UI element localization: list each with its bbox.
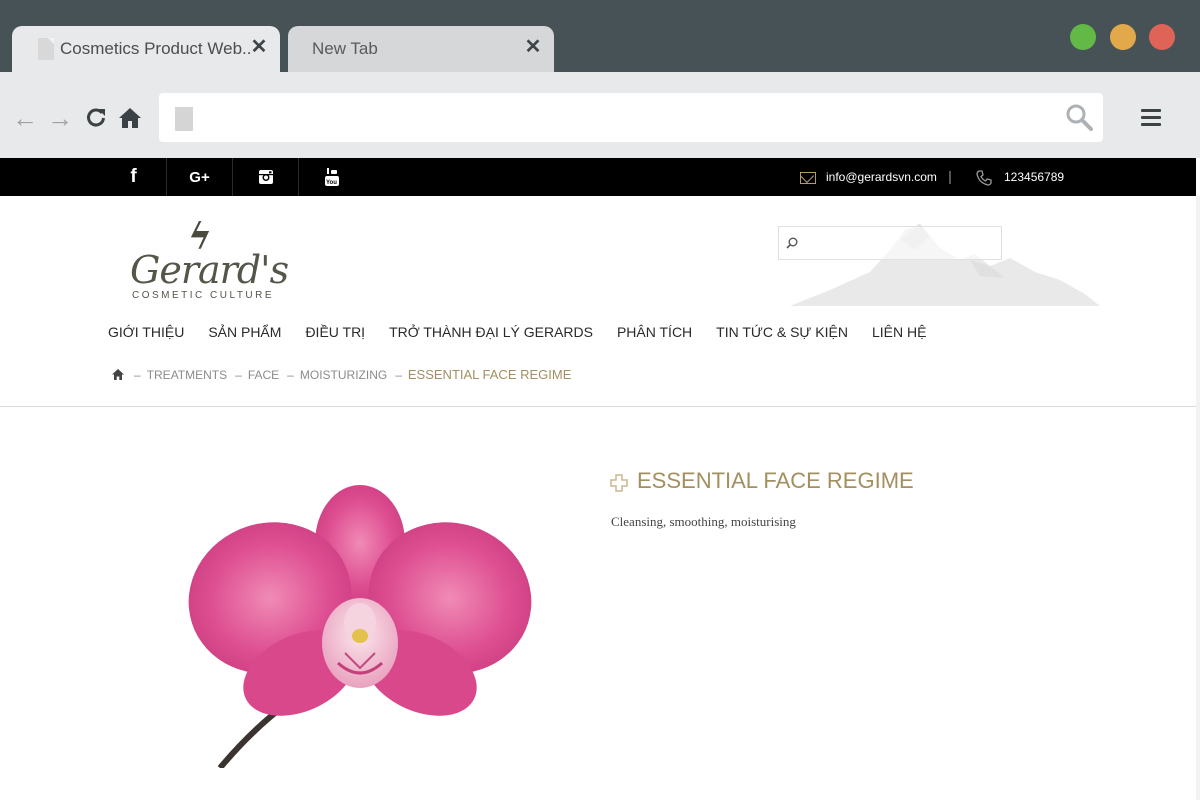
site-topbar: f G+ You info@gerardsvn.com 123456789 [0, 158, 1196, 196]
instagram-icon[interactable] [233, 158, 299, 196]
home-icon[interactable] [112, 369, 124, 380]
svg-text:You: You [326, 180, 337, 186]
web-page: f G+ You info@gerardsvn.com 123456789 ϟ … [0, 158, 1200, 800]
breadcrumb: – TREATMENTS – FACE – MOISTURIZING – ESS… [112, 367, 571, 382]
google-plus-icon[interactable]: G+ [167, 158, 233, 196]
breadcrumb-separator: – [287, 367, 294, 382]
page-icon [38, 38, 54, 60]
home-icon[interactable] [116, 104, 144, 132]
breadcrumb-current: ESSENTIAL FACE REGIME [407, 367, 572, 382]
plus-icon [610, 474, 628, 492]
tab-new[interactable]: New Tab ✕ [288, 26, 554, 72]
product-title: ESSENTIAL FACE REGIME [637, 468, 914, 493]
nav-item-treatments[interactable]: ĐIỀU TRỊ [305, 324, 365, 340]
close-tab-icon[interactable]: ✕ [248, 36, 270, 58]
contact-phone[interactable]: 123456789 [1004, 170, 1064, 184]
nav-item-news-events[interactable]: TIN TỨC & SỰ KIỆN [716, 324, 848, 340]
browser-titlebar: Cosmetics Product Web.. ✕ New Tab ✕ [0, 0, 1200, 72]
nav-item-analysis[interactable]: PHÂN TÍCH [617, 324, 692, 340]
nav-item-about[interactable]: GIỚI THIỆU [108, 324, 184, 340]
page-icon [175, 107, 193, 131]
hamburger-menu-icon[interactable] [1141, 109, 1161, 127]
main-navigation: GIỚI THIỆU SẢN PHẨM ĐIỀU TRỊ TRỞ THÀNH Đ… [108, 324, 950, 340]
close-window-button[interactable] [1149, 24, 1175, 50]
breadcrumb-separator: – [134, 367, 141, 382]
tab-title: New Tab [312, 39, 378, 58]
tab-title: Cosmetics Product Web.. [60, 39, 252, 58]
logo-tagline: COSMETIC CULTURE [132, 290, 275, 301]
breadcrumb-face[interactable]: FACE [248, 368, 279, 382]
envelope-icon [800, 172, 816, 184]
minimize-button[interactable] [1110, 24, 1136, 50]
address-bar[interactable] [159, 93, 1103, 142]
browser-toolbar: ← → [0, 72, 1200, 158]
tab-cosmetics[interactable]: Cosmetics Product Web.. ✕ [12, 26, 280, 72]
breadcrumb-treatments[interactable]: TREATMENTS [147, 368, 227, 382]
close-tab-icon[interactable]: ✕ [522, 36, 544, 58]
search-icon[interactable] [786, 237, 798, 249]
forward-arrow-icon[interactable]: → [46, 104, 74, 132]
phone-icon [976, 170, 992, 186]
nav-item-contact[interactable]: LIÊN HỆ [872, 324, 926, 340]
nav-item-become-agent[interactable]: TRỞ THÀNH ĐẠI LÝ GERARDS [389, 324, 593, 340]
facebook-icon[interactable]: f [101, 158, 167, 196]
breadcrumb-moisturizing[interactable]: MOISTURIZING [300, 368, 387, 382]
youtube-icon[interactable]: You [299, 158, 365, 196]
breadcrumb-separator: – [395, 367, 402, 382]
product-description: Cleansing, smoothing, moisturising [611, 514, 796, 529]
page-scrollbar[interactable] [1196, 196, 1200, 800]
contact-email[interactable]: info@gerardsvn.com [826, 170, 937, 184]
back-arrow-icon[interactable]: ← [11, 104, 39, 132]
orchid-product-image [188, 485, 532, 768]
site-logo[interactable]: ϟ Gerard's COSMETIC CULTURE [128, 216, 289, 306]
maximize-button[interactable] [1070, 24, 1096, 50]
search-icon[interactable] [1065, 103, 1093, 131]
logo-name: Gerard's [130, 248, 289, 292]
breadcrumb-separator: – [235, 367, 242, 382]
divider [949, 171, 951, 184]
site-search-input[interactable] [778, 226, 1002, 260]
nav-item-products[interactable]: SẢN PHẨM [208, 324, 281, 340]
header-divider [0, 406, 1196, 407]
reload-icon[interactable] [82, 104, 110, 132]
